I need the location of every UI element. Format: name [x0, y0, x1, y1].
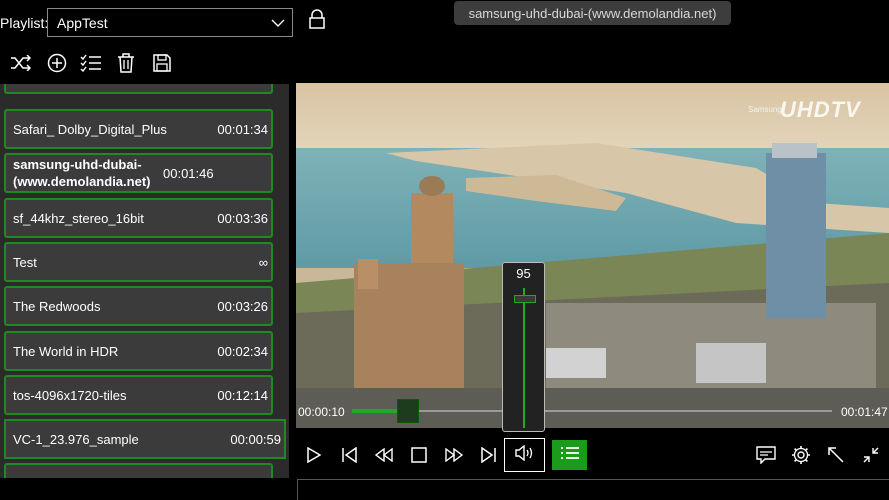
list-item[interactable]: The World in HDR 00:02:34 — [4, 331, 273, 371]
playlist-panel: Safari_ Dolby_Digital_Plus 00:01:34 samsun… — [0, 84, 289, 478]
now-playing-title: samsung-uhd-dubai-(www.demolandia.net) — [454, 1, 731, 25]
list-item-title: Test — [13, 254, 37, 270]
seek-thumb[interactable] — [397, 399, 419, 423]
list-item-title: The World in HDR — [13, 343, 119, 359]
total-time: 00:01:47 — [841, 405, 888, 419]
volume-slider-track[interactable] — [523, 288, 525, 428]
chevron-down-icon — [264, 9, 292, 37]
seek-progress — [352, 409, 397, 413]
expand-arrow-icon[interactable] — [822, 441, 850, 469]
speaker-icon — [514, 444, 535, 466]
fast-forward-icon[interactable] — [440, 441, 468, 469]
bottom-panel — [297, 479, 889, 500]
rewind-icon[interactable] — [370, 441, 398, 469]
list-item-title: samsung-uhd-dubai-(www.demolandia.net) — [13, 157, 151, 189]
video-frame[interactable]: Samsung UHDTV — [296, 83, 889, 428]
list-item[interactable]: Safari_ Dolby_Digital_Plus 00:01:34 — [4, 109, 273, 149]
list-item-partial[interactable] — [4, 84, 273, 94]
list-item[interactable]: The Redwoods 00:03:26 — [4, 286, 273, 326]
volume-slider-thumb[interactable] — [514, 295, 536, 303]
playlist-dropdown-value: AppTest — [57, 14, 108, 31]
checklist-icon[interactable] — [80, 52, 102, 74]
list-item-partial[interactable] — [4, 463, 273, 478]
list-item-title: The Redwoods — [13, 298, 101, 314]
list-item[interactable]: Test ∞ — [4, 242, 273, 282]
volume-button[interactable] — [504, 438, 545, 472]
playlist-toggle-button[interactable] — [552, 440, 587, 470]
save-icon[interactable] — [151, 52, 173, 74]
fullscreen-icon[interactable] — [857, 441, 885, 469]
list-item-duration: 00:00:59 — [230, 431, 281, 447]
list-item-title: VC-1_23.976_sample — [13, 431, 139, 447]
list-item-duration: 00:03:26 — [217, 298, 268, 314]
list-item-title: Safari_ Dolby_Digital_Plus — [13, 121, 167, 137]
play-icon[interactable] — [300, 441, 328, 469]
subtitles-icon[interactable] — [752, 441, 780, 469]
list-item-duration: 00:03:36 — [217, 210, 268, 226]
delete-icon[interactable] — [115, 52, 137, 74]
elapsed-time: 00:00:10 — [298, 405, 345, 419]
volume-popup: 95 — [502, 262, 545, 432]
list-item[interactable]: VC-1_23.976_sample 00:00:59 — [4, 419, 286, 459]
list-item[interactable]: samsung-uhd-dubai-(www.demolandia.net) 00… — [4, 153, 273, 193]
list-item-duration: 00:02:34 — [217, 343, 268, 359]
list-item[interactable]: tos-4096x1720-tiles 00:12:14 — [4, 375, 273, 415]
list-item-title: sf_44khz_stereo_16bit — [13, 210, 144, 226]
seek-bar[interactable] — [352, 410, 832, 412]
add-icon[interactable] — [46, 52, 68, 74]
gear-icon[interactable] — [787, 441, 815, 469]
list-item-title: tos-4096x1720-tiles — [13, 387, 127, 403]
list-icon — [560, 446, 580, 465]
list-item-duration: 00:01:34 — [217, 121, 268, 137]
stop-icon[interactable] — [405, 441, 433, 469]
lock-icon[interactable] — [308, 9, 326, 29]
list-item-duration: 00:01:46 — [163, 165, 214, 181]
list-item-duration: ∞ — [258, 254, 268, 270]
watermark-brand: Samsung — [748, 105, 782, 114]
skip-previous-icon[interactable] — [335, 441, 363, 469]
playlist-label: Playlist: — [0, 15, 49, 31]
playlist-dropdown[interactable]: AppTest — [47, 8, 293, 37]
list-item[interactable]: sf_44khz_stereo_16bit 00:03:36 — [4, 198, 273, 238]
watermark-logo: UHDTV — [780, 97, 861, 122]
volume-value: 95 — [516, 266, 531, 281]
skip-next-icon[interactable] — [475, 441, 503, 469]
shuffle-icon[interactable] — [10, 52, 32, 74]
list-item-duration: 00:12:14 — [217, 387, 268, 403]
